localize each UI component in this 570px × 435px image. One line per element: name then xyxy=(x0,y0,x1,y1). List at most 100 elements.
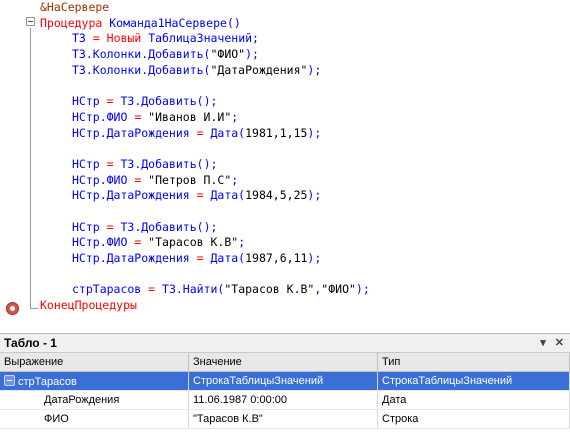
string-literal: "ФИО" xyxy=(210,47,246,62)
type-cell[interactable]: Дата xyxy=(377,390,570,410)
code-line[interactable]: ТЗ.Колонки.Добавить("ДатаРождения"); xyxy=(40,63,570,79)
operator: = xyxy=(127,109,149,124)
code-line[interactable]: НСтр.ДатаРождения = Дата(1981,1,15); xyxy=(40,126,570,142)
collapse-toggle-icon[interactable] xyxy=(26,17,35,26)
fold-line xyxy=(30,28,31,308)
punctuation: ; xyxy=(238,235,246,250)
operator: = xyxy=(189,251,211,265)
keyword: КонецПроцедуры xyxy=(40,298,137,313)
punctuation: ); xyxy=(307,62,322,77)
watch-table: Выражение Значение Тип стрТарасов СтрокаТ… xyxy=(0,353,570,429)
watch-panel: Табло - 1 ▾ ✕ Выражение Значение Тип стр… xyxy=(0,333,570,435)
variable: НСтр xyxy=(72,219,100,234)
column-header-expression[interactable]: Выражение xyxy=(0,353,189,372)
expression-cell[interactable]: ФИО xyxy=(0,409,189,429)
value-cell[interactable]: СтрокаТаблицыЗначений xyxy=(188,371,378,391)
panel-title-icons: ▾ ✕ xyxy=(534,334,564,352)
code-line[interactable] xyxy=(40,267,570,283)
preprocessor-directive: &НаСервере xyxy=(40,0,110,14)
keyword: Процедура xyxy=(40,15,103,30)
variable: НСтр xyxy=(72,94,100,109)
code-line[interactable]: НСтр.ФИО = "Тарасов К.В"; xyxy=(40,235,570,251)
punctuation: ); xyxy=(307,188,322,203)
code-line[interactable]: НСтр.ФИО = "Петров П.С"; xyxy=(40,173,570,189)
operator: = xyxy=(85,31,107,46)
punctuation: ); xyxy=(307,251,322,265)
operator: = xyxy=(99,94,121,109)
expression: ТЗ.Колонки.Добавить( xyxy=(72,62,211,77)
code-line[interactable] xyxy=(40,204,570,220)
punctuation: ; xyxy=(231,109,239,124)
keyword: Новый xyxy=(106,31,142,46)
string-literal: "ФИО" xyxy=(321,282,356,297)
number-literal: 1981,1,15 xyxy=(245,125,308,140)
fold-line-end xyxy=(30,308,38,309)
code-editor[interactable]: &НаСервере Процедура Команда1НаСервере() Т… xyxy=(0,0,570,322)
type-cell[interactable]: Строка xyxy=(377,409,570,429)
code-line[interactable]: НСтр = ТЗ.Добавить(); xyxy=(40,94,570,110)
code-line[interactable]: НСтр = ТЗ.Добавить(); xyxy=(40,220,570,236)
number-literal: 1987,6,11 xyxy=(245,251,308,265)
variable: НСтр.ФИО xyxy=(72,109,128,124)
code-line[interactable]: Процедура Команда1НаСервере() xyxy=(40,16,570,32)
watch-table-header: Выражение Значение Тип xyxy=(0,353,570,372)
code-line[interactable]: НСтр.ФИО = "Иванов И.И"; xyxy=(40,110,570,126)
variable: НСтр.ДатаРождения xyxy=(72,251,190,265)
code-line[interactable] xyxy=(40,78,570,94)
expression: ТЗ.Добавить(); xyxy=(120,219,218,234)
expression-cell[interactable]: ДатаРождения xyxy=(0,390,189,410)
punctuation: ); xyxy=(245,47,259,62)
code-line[interactable]: НСтр.ДатаРождения = Дата(1987,6,11); xyxy=(40,251,570,267)
code-line[interactable]: стрТарасов = ТЗ.Найти("Тарасов К.В","ФИО… xyxy=(40,282,570,298)
punctuation: ; xyxy=(231,172,239,187)
number-literal: 1984,5,25 xyxy=(245,188,308,203)
operator: = xyxy=(189,188,211,203)
operator: = xyxy=(127,172,149,187)
editor-gutter[interactable] xyxy=(0,0,22,322)
code-line[interactable]: НСтр.ДатаРождения = Дата(1984,5,25); xyxy=(40,188,570,204)
code-text[interactable]: &НаСервере Процедура Команда1НаСервере() Т… xyxy=(40,0,570,314)
operator: = xyxy=(99,156,121,171)
table-row[interactable]: ФИО "Тарасов К.В" Строка xyxy=(0,409,570,429)
string-literal: "Тарасов К.В" xyxy=(224,282,315,297)
expression-text: стрТарасов xyxy=(18,375,77,388)
column-header-value[interactable]: Значение xyxy=(188,353,378,372)
value-cell[interactable]: 11.06.1987 0:00:00 xyxy=(188,390,378,410)
value-cell[interactable]: "Тарасов К.В" xyxy=(188,409,378,429)
function-call: Дата( xyxy=(210,125,246,140)
string-literal: "Тарасов К.В" xyxy=(148,235,239,250)
operator: = xyxy=(99,219,121,234)
expression-text: ДатаРождения xyxy=(44,394,120,406)
pin-icon[interactable]: ▾ xyxy=(540,337,546,349)
expression-text: ФИО xyxy=(44,413,69,425)
punctuation: ); xyxy=(307,125,322,140)
punctuation: ); xyxy=(355,282,370,297)
code-line[interactable]: НСтр = ТЗ.Добавить(); xyxy=(40,157,570,173)
table-row[interactable]: стрТарасов СтрокаТаблицыЗначений СтрокаТаб… xyxy=(0,371,570,391)
column-header-type[interactable]: Тип xyxy=(377,353,570,372)
code-line[interactable]: ТЗ.Колонки.Добавить("ФИО"); xyxy=(40,47,570,63)
procedure-name: Команда1НаСервере() xyxy=(109,15,241,30)
expression-cell[interactable]: стрТарасов xyxy=(0,371,189,391)
type-cell[interactable]: СтрокаТаблицыЗначений xyxy=(377,371,570,391)
operator: = xyxy=(141,282,163,297)
string-literal: "Петров П.С" xyxy=(148,172,232,187)
close-icon[interactable]: ✕ xyxy=(555,337,564,349)
string-literal: "Иванов И.И" xyxy=(148,109,232,124)
code-line[interactable]: КонецПроцедуры xyxy=(40,298,570,314)
breakpoint-icon[interactable] xyxy=(6,302,19,315)
string-literal: "ДатаРождения" xyxy=(210,62,308,77)
function-call: Дата( xyxy=(210,188,246,203)
panel-title-text: Табло - 1 xyxy=(4,336,57,350)
expression: ТаблицаЗначений; xyxy=(141,31,259,46)
variable: стрТарасов xyxy=(72,282,142,297)
code-line[interactable]: &НаСервере xyxy=(40,0,570,16)
variable: НСтр.ДатаРождения xyxy=(72,125,190,140)
table-row[interactable]: ДатаРождения 11.06.1987 0:00:00 Дата xyxy=(0,390,570,410)
operator: = xyxy=(189,125,211,140)
expression: ТЗ.Добавить(); xyxy=(120,156,218,171)
code-line[interactable]: ТЗ = Новый ТаблицаЗначений; xyxy=(40,31,570,47)
code-line[interactable] xyxy=(40,141,570,157)
collapse-icon[interactable] xyxy=(4,374,15,386)
expression: ТЗ.Добавить(); xyxy=(120,94,218,109)
